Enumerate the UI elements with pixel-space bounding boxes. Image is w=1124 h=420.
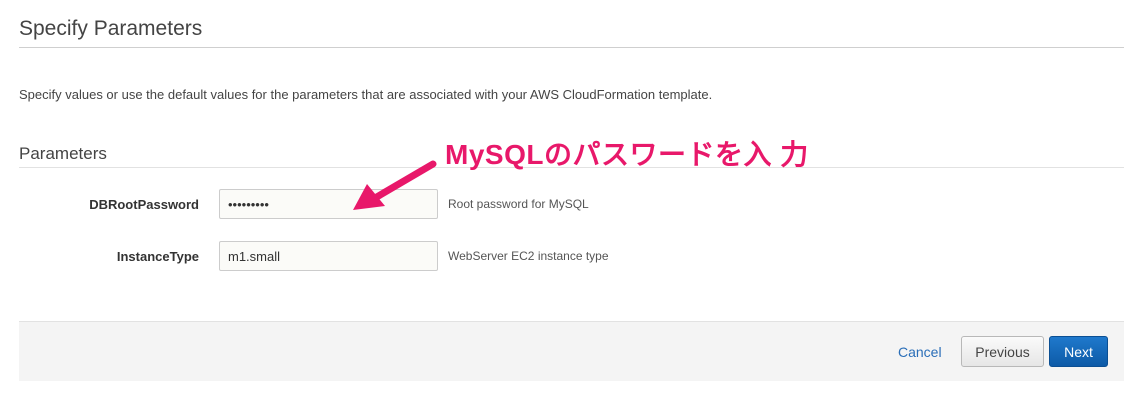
- footer-bar: [19, 321, 1124, 381]
- page-title: Specify Parameters: [19, 17, 203, 40]
- annotation-arrow-icon: [353, 160, 437, 210]
- instance-type-label: InstanceType: [116, 249, 199, 264]
- next-button[interactable]: Next: [1049, 336, 1108, 367]
- parameters-section-title: Parameters: [19, 144, 107, 163]
- title-divider: [19, 47, 1124, 48]
- cancel-link[interactable]: Cancel: [898, 344, 942, 360]
- instance-type-input[interactable]: [219, 241, 438, 271]
- annotation-text: MySQLのパスワードを入 力: [445, 139, 809, 170]
- db-root-password-label: DBRootPassword: [89, 197, 199, 212]
- instance-type-hint: WebServer EC2 instance type: [448, 249, 609, 263]
- previous-button[interactable]: Previous: [961, 336, 1044, 367]
- db-root-password-hint: Root password for MySQL: [448, 197, 589, 211]
- intro-text: Specify values or use the default values…: [19, 87, 713, 102]
